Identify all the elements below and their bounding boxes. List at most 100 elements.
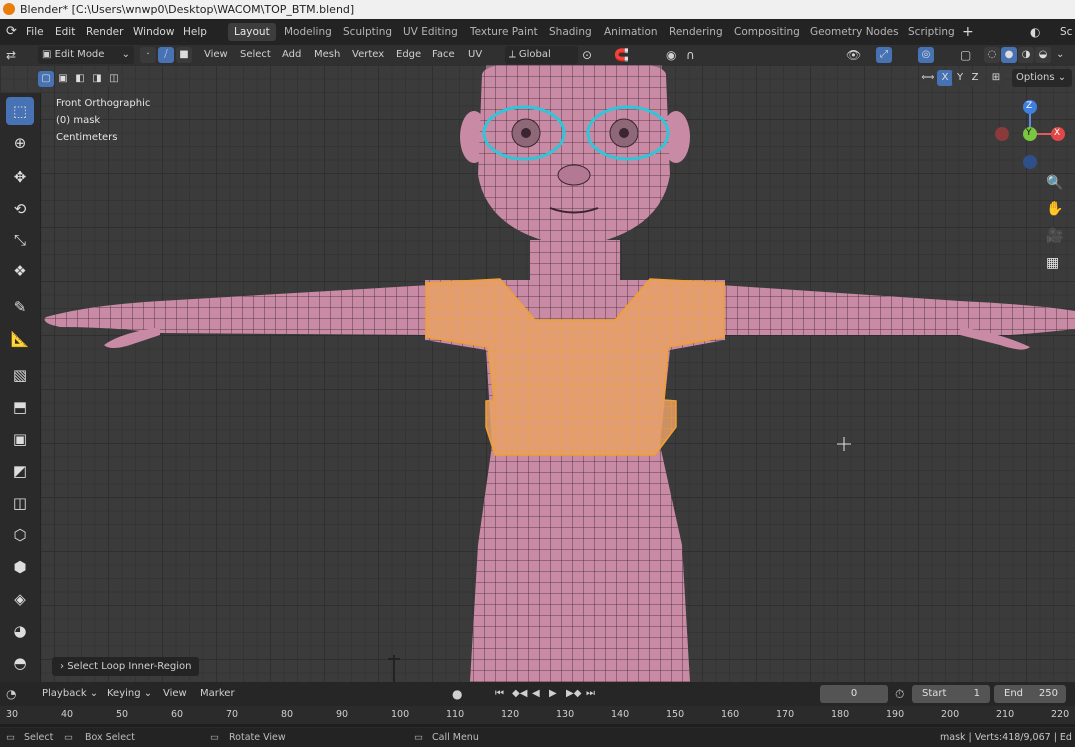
last-operator-panel[interactable]: › Select Loop Inner-Region [52, 657, 200, 676]
ortho-grid-icon[interactable]: ▦ [1046, 255, 1059, 271]
header-menu-select[interactable]: Select [240, 46, 271, 64]
record-icon[interactable]: ● [452, 685, 462, 703]
extrude-tool-icon[interactable]: ⬒ [6, 393, 34, 421]
inset-tool-icon[interactable]: ▣ [6, 425, 34, 453]
xray-icon[interactable]: ▢ [960, 46, 971, 64]
jump-keyframe-back-icon[interactable]: ◆◀ [512, 685, 527, 703]
tab-uv-editing[interactable]: UV Editing [397, 23, 464, 41]
tab-compositing[interactable]: Compositing [728, 23, 806, 41]
timeline-menu-playback[interactable]: Playback ⌄ [42, 685, 98, 703]
loop-cut-tool-icon[interactable]: ◫ [6, 489, 34, 517]
pan-hand-icon[interactable]: ✋ [1046, 201, 1063, 217]
clock-icon[interactable]: ⏱ [895, 685, 904, 703]
start-frame-field[interactable]: Start 1 [912, 685, 990, 703]
menu-window[interactable]: Window [133, 19, 174, 45]
rendered-shading-icon[interactable]: ◒ [1035, 47, 1051, 63]
editor-type-icon[interactable]: ⇄ [6, 46, 16, 64]
menu-render[interactable]: Render [86, 19, 123, 45]
add-cube-tool-icon[interactable]: ▧ [6, 361, 34, 389]
menu-help[interactable]: Help [183, 19, 207, 45]
timeline-editor-icon[interactable]: ◔ [6, 685, 16, 703]
overlay-toggle-icon[interactable]: ◎ [918, 47, 934, 63]
transform-orientation-dropdown[interactable]: ⟂ Global [505, 46, 578, 64]
timeline-menu-marker[interactable]: Marker [200, 685, 235, 703]
header-menu-view[interactable]: View [204, 46, 228, 64]
timeline-ruler[interactable]: 30 40 50 60 70 80 90 100 110 120 130 140 150 160 170 18… [0, 706, 1075, 728]
snap-icon[interactable]: 🧲 [614, 46, 629, 64]
header-menu-add[interactable]: Add [282, 46, 301, 64]
header-menu-mesh[interactable]: Mesh [314, 46, 340, 64]
solid-shading-icon[interactable]: ● [1001, 47, 1017, 63]
camera-view-icon[interactable]: 🎥 [1046, 228, 1063, 244]
rotate-tool-icon[interactable]: ⟲ [6, 195, 34, 223]
jump-start-icon[interactable]: ⏮ [495, 685, 504, 703]
face-select-icon[interactable]: ■ [176, 47, 192, 63]
zoom-icon[interactable]: 🔍 [1046, 175, 1063, 191]
smooth-tool-icon[interactable]: ◕ [6, 617, 34, 645]
annotate-tool-icon[interactable]: ✎ [6, 293, 34, 321]
add-workspace-icon[interactable]: + [962, 19, 974, 45]
tab-rendering[interactable]: Rendering [663, 23, 729, 41]
play-icon[interactable]: ▶ [549, 685, 557, 703]
menu-file[interactable]: File [26, 19, 44, 45]
tab-scripting[interactable]: Scripting [902, 23, 961, 41]
poly-build-tool-icon[interactable]: ⬢ [6, 553, 34, 581]
blender-menu-icon[interactable]: ⟳ [6, 19, 17, 45]
bevel-tool-icon[interactable]: ◩ [6, 457, 34, 485]
wireframe-shading-icon[interactable]: ◌ [984, 47, 1000, 63]
tab-shading[interactable]: Shading [543, 23, 598, 41]
play-reverse-icon[interactable]: ◀ [532, 685, 540, 703]
mirror-z-toggle[interactable]: Z [967, 70, 983, 86]
material-shading-icon[interactable]: ◑ [1018, 47, 1034, 63]
end-frame-field[interactable]: End 250 [994, 685, 1066, 703]
tab-sculpting[interactable]: Sculpting [337, 23, 398, 41]
measure-tool-icon[interactable]: 📐 [6, 325, 34, 353]
current-frame-field[interactable]: 0 [820, 685, 888, 703]
timeline-menu-keying[interactable]: Keying ⌄ [107, 685, 152, 703]
header-menu-edge[interactable]: Edge [396, 46, 421, 64]
3d-viewport[interactable]: Front Orthographic (0) mask Centimeters … [0, 65, 1075, 682]
tab-geometry-nodes[interactable]: Geometry Nodes [804, 23, 905, 41]
mode-dropdown[interactable]: ▣ Edit Mode ⌄ [38, 46, 134, 64]
tab-modeling[interactable]: Modeling [278, 23, 338, 41]
spin-tool-icon[interactable]: ◈ [6, 585, 34, 613]
header-menu-vertex[interactable]: Vertex [352, 46, 384, 64]
tab-texture-paint[interactable]: Texture Paint [464, 23, 544, 41]
transform-tool-icon[interactable]: ❖ [6, 257, 34, 285]
options-dropdown[interactable]: Options ⌄ [1012, 69, 1072, 87]
knife-tool-icon[interactable]: ⬡ [6, 521, 34, 549]
pivot-point-icon[interactable]: ⊙ [582, 46, 592, 64]
scene-name[interactable]: Sc [1060, 19, 1072, 45]
tab-animation[interactable]: Animation [598, 23, 664, 41]
visibility-icon[interactable]: 👁 [846, 46, 861, 64]
select-intersect-icon[interactable]: ◫ [106, 71, 122, 87]
gizmo-toggle-icon[interactable]: ⤢ [876, 47, 892, 63]
mirror-icon[interactable]: ⟺ [920, 70, 936, 86]
shrink-fatten-tool-icon[interactable]: ◓ [6, 649, 34, 677]
header-menu-uv[interactable]: UV [468, 46, 482, 64]
falloff-icon[interactable]: ∩ [686, 46, 695, 64]
scale-tool-icon[interactable]: ⤡ [6, 226, 34, 254]
vertex-select-icon[interactable]: · [140, 47, 156, 63]
mirror-y-toggle[interactable]: Y [952, 70, 968, 86]
mesh-options-icon[interactable]: ⊞ [988, 70, 1004, 86]
timeline-menu-view[interactable]: View [163, 685, 187, 703]
menu-edit[interactable]: Edit [55, 19, 75, 45]
jump-end-icon[interactable]: ⏭ [586, 685, 595, 703]
jump-keyframe-forward-icon[interactable]: ▶◆ [566, 685, 581, 703]
select-invert-icon[interactable]: ◨ [89, 71, 105, 87]
mirror-x-toggle[interactable]: X [937, 70, 953, 86]
scene-icon[interactable]: ◐ [1030, 19, 1040, 45]
header-menu-face[interactable]: Face [432, 46, 455, 64]
cursor-tool-icon[interactable]: ⊕ [6, 129, 34, 157]
proportional-edit-icon[interactable]: ◉ [666, 46, 676, 64]
select-extend-icon[interactable]: ▣ [55, 71, 71, 87]
select-subtract-icon[interactable]: ◧ [72, 71, 88, 87]
move-tool-icon[interactable]: ✥ [6, 163, 34, 191]
timeline-scrollbar[interactable] [0, 724, 1075, 727]
select-new-icon[interactable]: ▢ [38, 71, 54, 87]
edge-select-icon[interactable]: ⧸ [158, 47, 174, 63]
tab-layout[interactable]: Layout [228, 23, 276, 41]
select-tool-icon[interactable]: ⬚ [6, 97, 34, 125]
shading-options-chevron-icon[interactable]: ⌄ [1056, 46, 1064, 64]
